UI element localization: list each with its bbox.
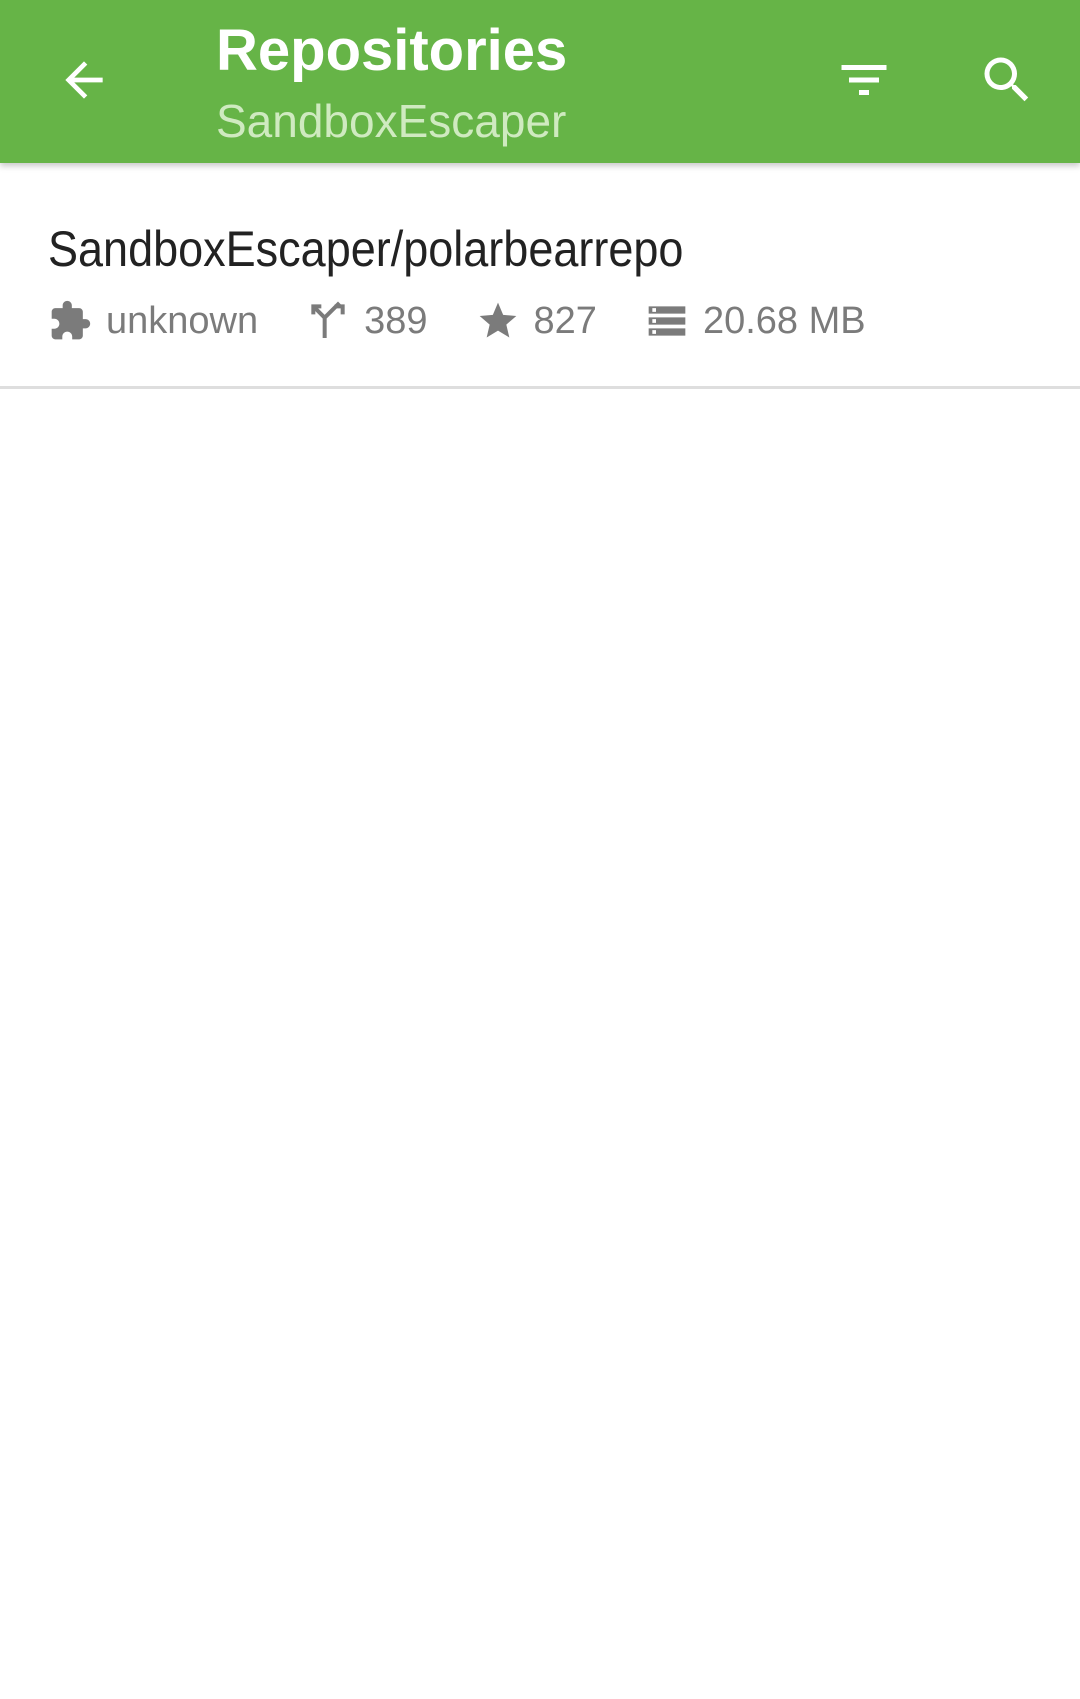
search-button[interactable] [957, 30, 1057, 130]
repository-meta: unknown 389 827 20.68 MB [48, 293, 914, 349]
page-subtitle: SandboxEscaper [216, 95, 567, 147]
star-icon [476, 299, 520, 343]
repository-language: unknown [48, 299, 258, 343]
title-block: Repositories SandboxEscaper [216, 14, 567, 150]
filter-icon [841, 65, 887, 95]
repository-list: SandboxEscaper/polarbearrepo unknown 389… [0, 163, 1080, 389]
repository-stars: 827 [476, 299, 597, 343]
repository-language-label: unknown [106, 299, 259, 342]
repository-name: SandboxEscaper/polarbearrepo [48, 221, 684, 277]
storage-icon [645, 299, 689, 343]
repository-forks: 389 [306, 299, 428, 343]
repository-list-item[interactable]: SandboxEscaper/polarbearrepo unknown 389… [0, 163, 1080, 389]
app-bar: Repositories SandboxEscaper [0, 0, 1080, 163]
back-button[interactable] [34, 30, 134, 130]
arrow-back-icon [65, 61, 103, 99]
search-icon [984, 57, 1029, 102]
puzzle-piece-icon [48, 299, 92, 343]
repository-stars-count: 827 [533, 299, 597, 342]
repository-size-value: 20.68 MB [702, 299, 866, 342]
fork-icon [306, 299, 350, 343]
page-title: Repositories [216, 18, 568, 83]
filter-button[interactable] [814, 30, 914, 130]
repository-size: 20.68 MB [645, 299, 866, 343]
repository-forks-count: 389 [364, 299, 428, 342]
